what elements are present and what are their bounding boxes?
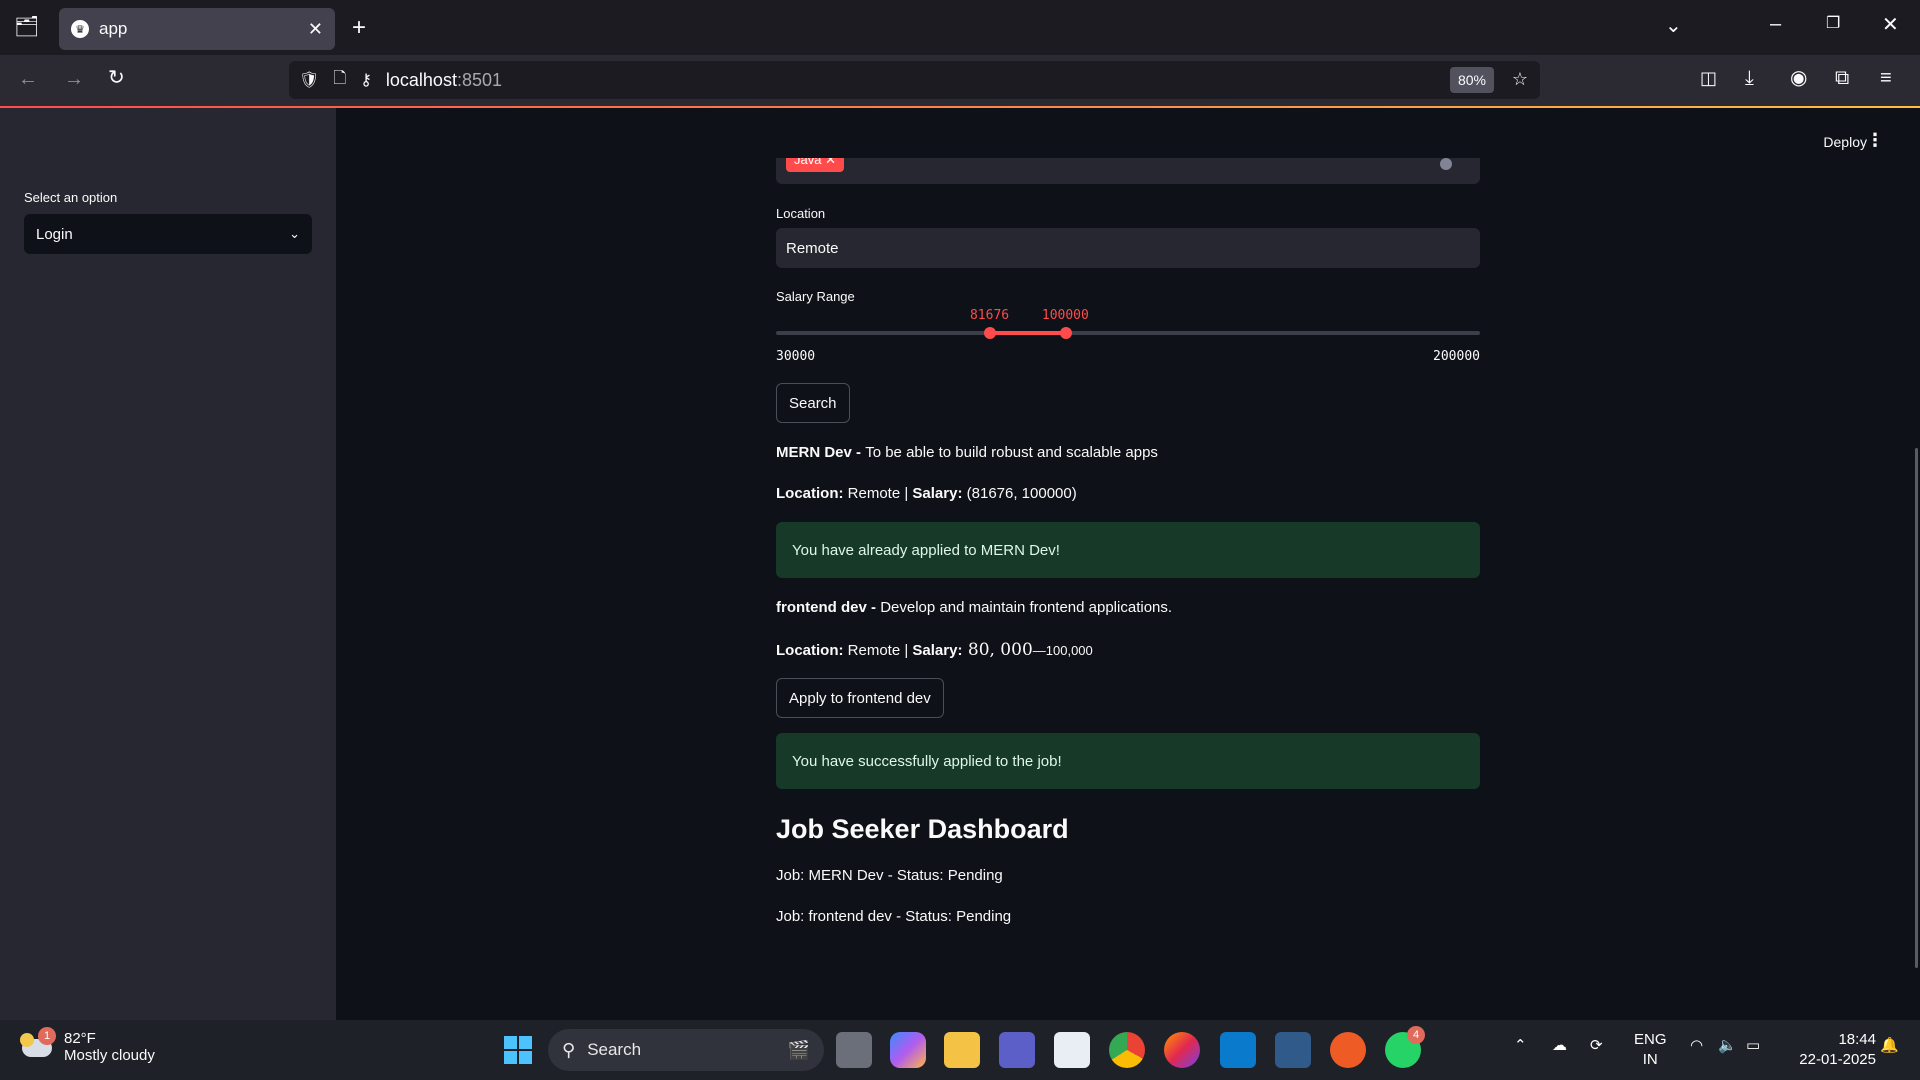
extensions-icon[interactable]: ⧉ xyxy=(1835,68,1849,88)
sync-icon[interactable]: ⟳ xyxy=(1590,1036,1603,1056)
battery-icon[interactable]: ▭ xyxy=(1746,1036,1760,1056)
file-explorer-icon[interactable] xyxy=(944,1032,980,1068)
minimize-icon[interactable]: – xyxy=(1770,14,1781,34)
select-label: Select an option xyxy=(24,190,118,205)
page-info-icon[interactable]: 🗋 xyxy=(333,67,346,94)
pocket-icon[interactable]: ◫ xyxy=(1700,69,1717,87)
search-highlight-icon: 🎬 xyxy=(787,1039,810,1060)
browser-tab[interactable]: ♛ app ✕ xyxy=(59,8,335,50)
apply-frontend-button[interactable]: Apply to frontend dev xyxy=(776,678,944,718)
list-tabs-chevron-icon[interactable]: ⌄ xyxy=(1665,16,1682,36)
slider-min-label: 30000 xyxy=(776,349,816,364)
postman-icon[interactable] xyxy=(1330,1032,1366,1068)
slider-max-label: 200000 xyxy=(1433,349,1480,364)
key-icon[interactable]: ⚷ xyxy=(360,70,372,90)
main-menu-icon[interactable]: ⋮ xyxy=(1866,130,1884,151)
job-title-line: MERN Dev - To be able to build robust an… xyxy=(776,444,1158,461)
window-close-icon[interactable]: ✕ xyxy=(1882,15,1899,35)
dashboard-row: Job: frontend dev - Status: Pending xyxy=(776,908,1012,925)
chip-remove-icon: ✕ xyxy=(825,158,836,167)
whatsapp-badge: 4 xyxy=(1407,1026,1425,1044)
browser-tab-strip: 🗂 ♛ app ✕ + ⌄ – ❐ ✕ xyxy=(0,0,1920,55)
tab-overview-icon[interactable]: 🗂 xyxy=(14,17,39,37)
clear-all-icon[interactable] xyxy=(1440,158,1452,170)
onedrive-icon[interactable]: ☁ xyxy=(1552,1036,1567,1056)
wifi-icon[interactable]: ◠ xyxy=(1690,1036,1703,1056)
sidebar: Select an option Login ⌄ xyxy=(0,108,336,1020)
main-content: Deploy ⋮ Java ✕ Location Remote Salary R… xyxy=(336,108,1920,1020)
back-icon[interactable]: ← xyxy=(18,69,38,89)
deploy-button[interactable]: Deploy xyxy=(1823,134,1867,150)
skill-chip[interactable]: Java ✕ xyxy=(786,158,844,172)
chevron-down-icon: ⌄ xyxy=(289,226,300,241)
success-alert: You have already applied to MERN Dev! xyxy=(776,522,1480,578)
task-view-icon[interactable] xyxy=(836,1032,872,1068)
skills-multiselect[interactable]: Java ✕ xyxy=(776,158,1480,184)
reload-icon[interactable]: ↻ xyxy=(108,68,125,88)
success-alert: You have successfully applied to the job… xyxy=(776,733,1480,789)
close-tab-icon[interactable]: ✕ xyxy=(308,19,323,40)
weather-desc: Mostly cloudy xyxy=(64,1047,155,1064)
menu-icon[interactable]: ≡ xyxy=(1880,68,1892,88)
shield-icon[interactable]: 🛡 xyxy=(299,70,319,90)
windows-start-icon[interactable] xyxy=(500,1032,536,1068)
weather-widget[interactable]: 1 82°F Mostly cloudy xyxy=(20,1027,155,1064)
tab-title: app xyxy=(99,19,128,38)
teams-icon[interactable] xyxy=(999,1032,1035,1068)
streamlit-favicon-icon: ♛ xyxy=(71,20,89,38)
slider-fill xyxy=(989,331,1066,335)
salary-low-value: 81676 xyxy=(969,308,1010,323)
url-bar[interactable]: 🛡 🗋 ⚷ localhost:8501 80% ☆ xyxy=(289,61,1540,99)
weather-temp: 82°F xyxy=(64,1030,96,1047)
search-button[interactable]: Search xyxy=(776,383,850,423)
taskbar-search-label: Search xyxy=(587,1040,642,1059)
vscode-icon[interactable] xyxy=(1220,1032,1256,1068)
dashboard-heading: Job Seeker Dashboard xyxy=(776,814,1069,844)
show-hidden-icons-chevron-icon[interactable]: ⌃ xyxy=(1514,1036,1527,1056)
language-indicator[interactable]: ENG IN xyxy=(1634,1030,1667,1069)
account-icon[interactable]: ◉ xyxy=(1790,68,1807,88)
navigation-toolbar: ← → ↻ 🛡 🗋 ⚷ localhost:8501 80% ☆ ◫ ⤓ ◉ ⧉… xyxy=(0,55,1920,107)
cloudy-weather-icon: 1 xyxy=(20,1027,56,1061)
notifications-icon[interactable]: 🔔 xyxy=(1880,1036,1899,1056)
whatsapp-icon[interactable]: 4 xyxy=(1385,1026,1425,1068)
windows-taskbar: 1 82°F Mostly cloudy ⚲ Search 🎬 4 ⌃ ☁ ⟳ … xyxy=(0,1020,1920,1080)
option-select[interactable]: Login ⌄ xyxy=(24,214,312,254)
location-label: Location xyxy=(776,206,826,221)
job-details-line: Location: Remote | Salary: (81676, 10000… xyxy=(776,485,1077,502)
volume-icon[interactable]: 🔈 xyxy=(1718,1036,1737,1056)
forward-icon[interactable]: → xyxy=(64,69,84,89)
new-tab-icon[interactable]: + xyxy=(352,16,366,40)
search-icon: ⚲ xyxy=(562,1039,576,1060)
location-input[interactable]: Remote xyxy=(776,228,1480,268)
salary-high-value: 100000 xyxy=(1041,308,1089,323)
clock[interactable]: 18:44 22-01-2025 xyxy=(1786,1030,1876,1069)
taskbar-search[interactable]: ⚲ Search 🎬 xyxy=(548,1029,824,1071)
scrollbar[interactable] xyxy=(1915,448,1918,968)
select-value: Login xyxy=(36,225,73,243)
mysql-workbench-icon[interactable] xyxy=(1275,1032,1311,1068)
url-text: localhost:8501 xyxy=(385,69,502,90)
job-details-line: Location: Remote | Salary: 80, 000—100,0… xyxy=(776,640,1093,660)
weather-badge: 1 xyxy=(38,1027,56,1045)
slider-track[interactable] xyxy=(776,327,1480,339)
copilot-icon[interactable] xyxy=(890,1032,926,1068)
job-title-line: frontend dev - Develop and maintain fron… xyxy=(776,599,1173,616)
store-icon[interactable] xyxy=(1054,1032,1090,1068)
firefox-icon[interactable] xyxy=(1164,1032,1200,1068)
bookmark-star-icon[interactable]: ☆ xyxy=(1512,69,1528,90)
restore-icon[interactable]: ❐ xyxy=(1826,16,1840,32)
salary-label: Salary Range xyxy=(776,289,855,304)
dashboard-row: Job: MERN Dev - Status: Pending xyxy=(776,867,1003,884)
slider-thumb-low[interactable] xyxy=(983,327,996,339)
download-icon[interactable]: ⤓ xyxy=(1745,68,1754,88)
zoom-level[interactable]: 80% xyxy=(1449,67,1494,93)
slider-thumb-high[interactable] xyxy=(1059,327,1072,339)
chrome-icon[interactable] xyxy=(1109,1032,1145,1068)
